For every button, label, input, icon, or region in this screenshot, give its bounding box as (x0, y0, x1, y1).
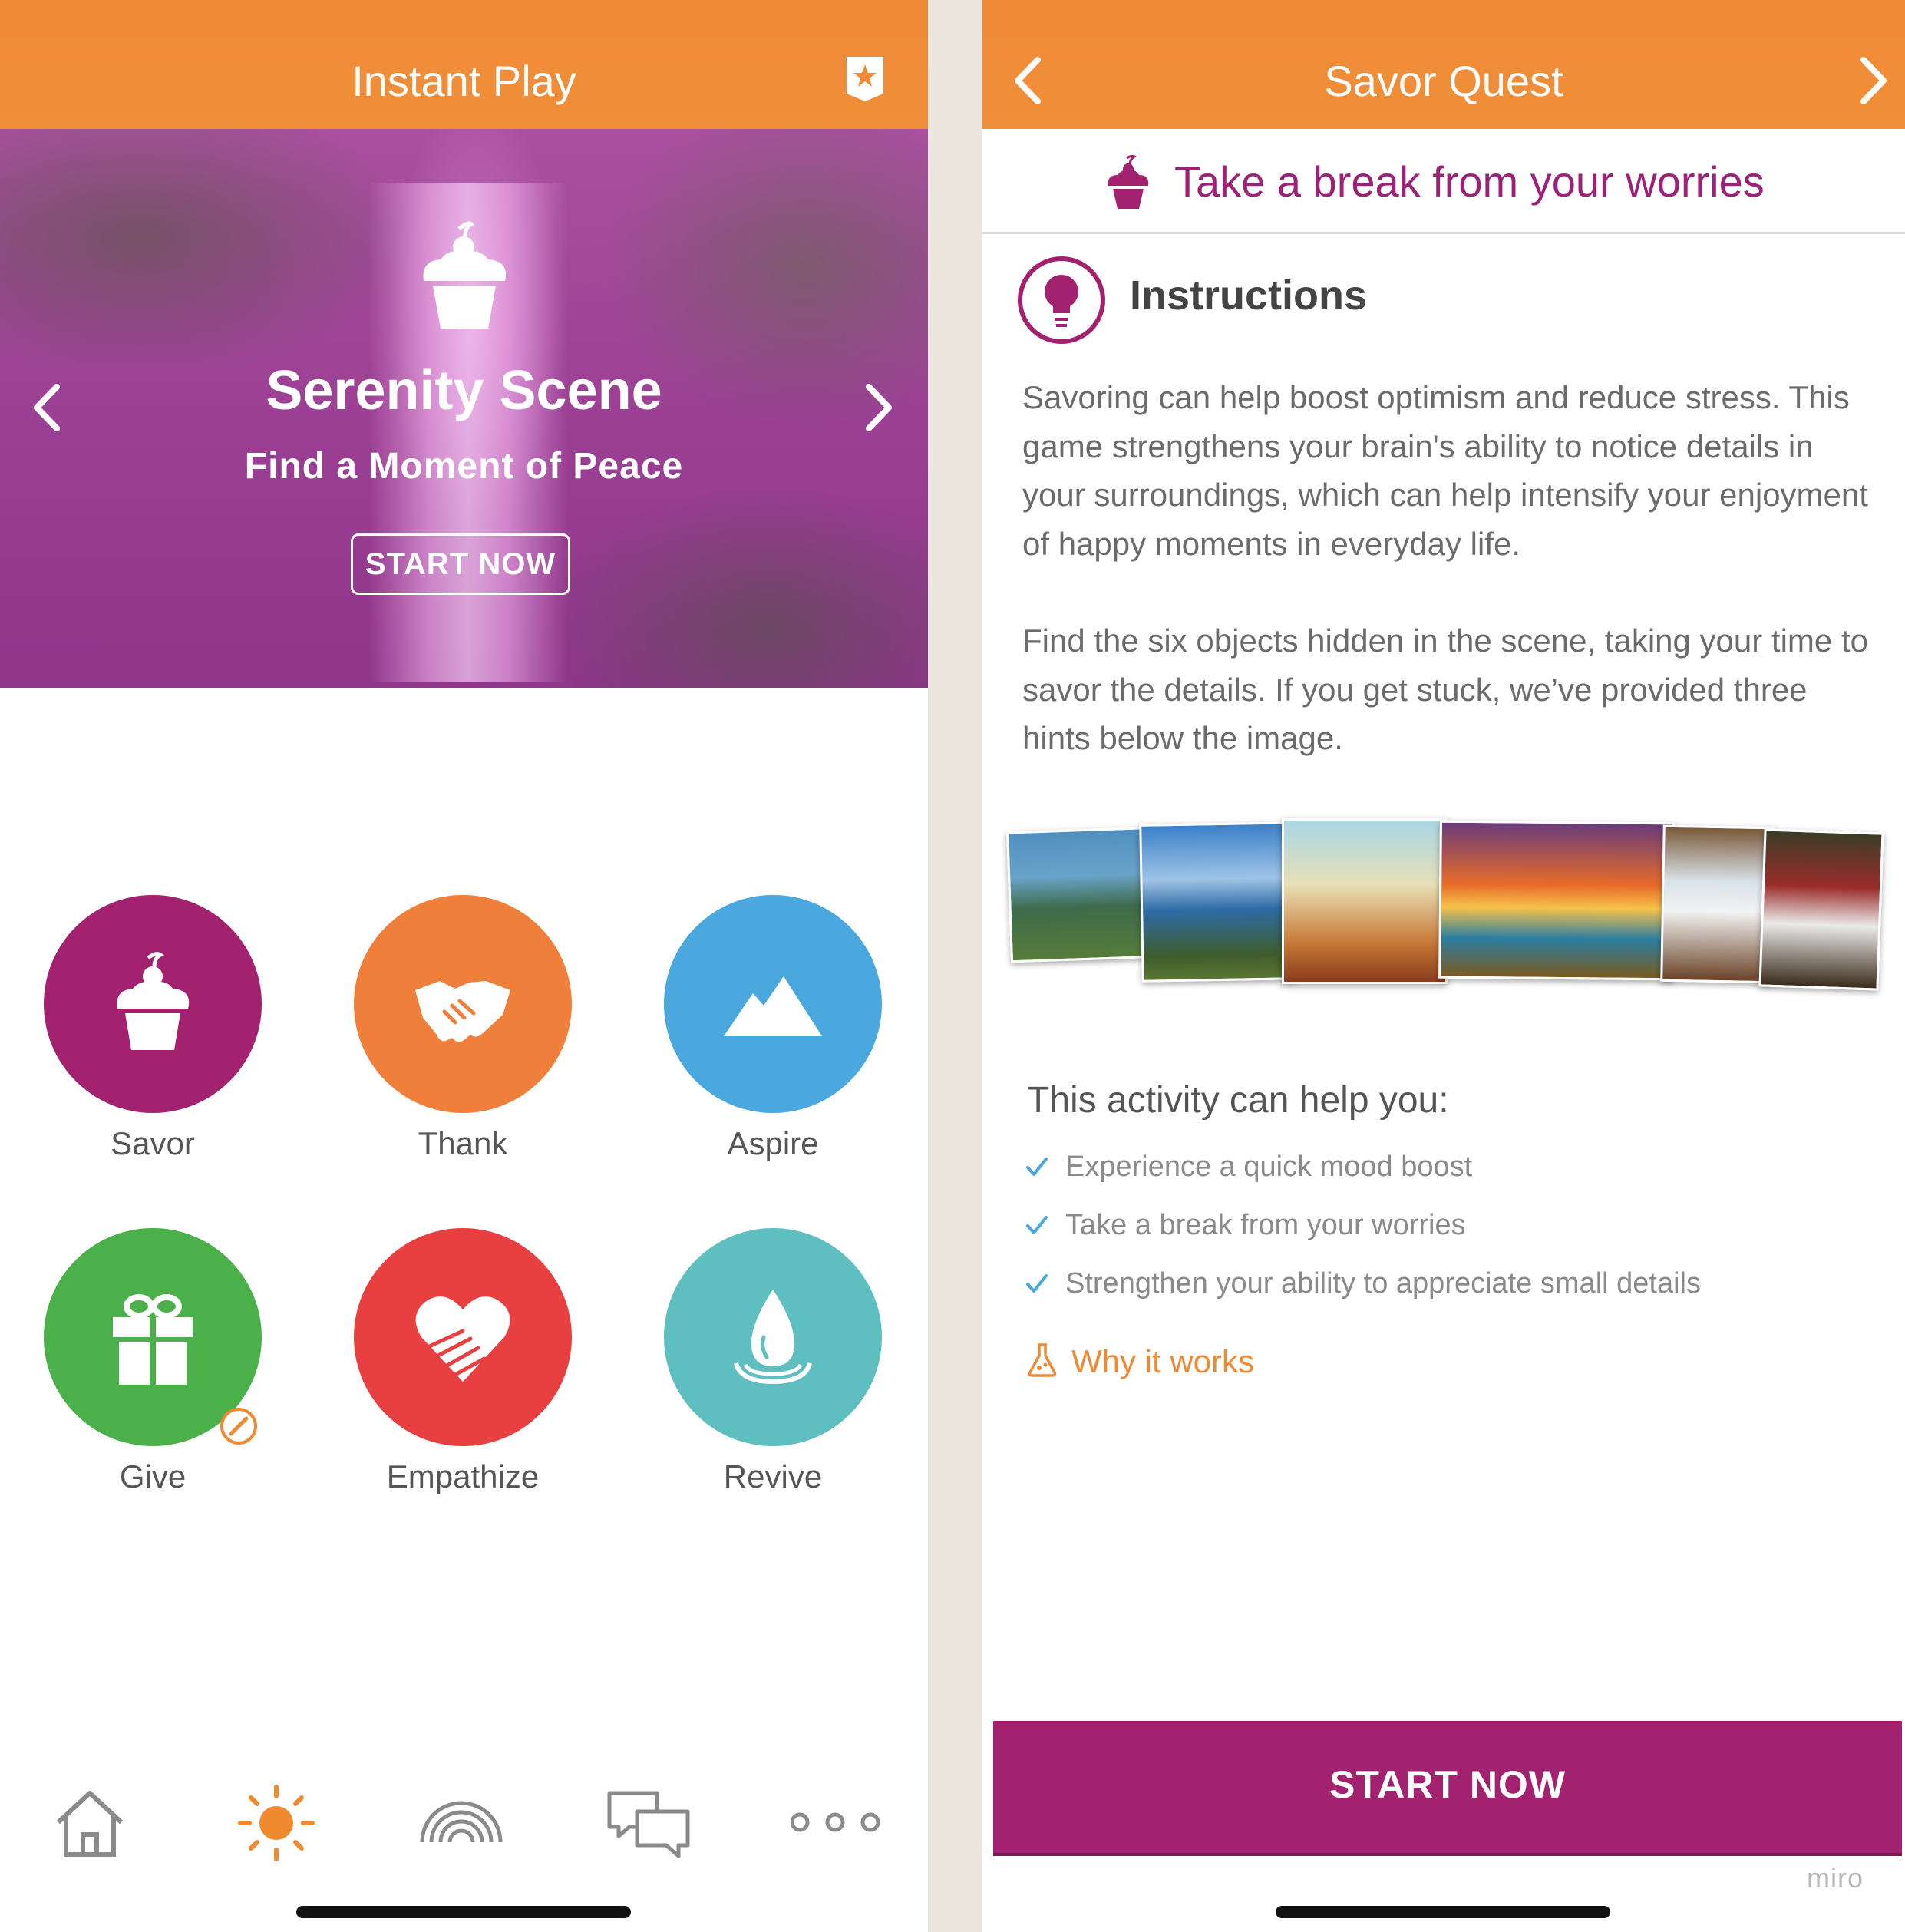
empathize-circle[interactable] (354, 1228, 572, 1446)
category-label: Give (119, 1458, 187, 1494)
savor-quest-screen: Savor Quest Take a break from your worri… (982, 0, 1905, 1932)
lightbulb-icon (1018, 256, 1105, 344)
category-label: Thank (418, 1125, 508, 1161)
benefit-text: Experience a quick mood boost (1065, 1151, 1473, 1183)
benefit-text: Take a break from your worries (1065, 1209, 1466, 1241)
category-revive[interactable]: Revive (662, 1228, 884, 1495)
start-now-button[interactable]: START NOW (993, 1721, 1902, 1853)
cupcake-icon (1108, 155, 1149, 209)
gift-icon (113, 1294, 193, 1385)
category-thank[interactable]: Thank (352, 895, 574, 1162)
heart-hand-icon (415, 1296, 510, 1382)
mountain-icon (724, 976, 822, 1036)
cupcake-icon (117, 952, 190, 1050)
savor-circle[interactable] (44, 895, 262, 1113)
category-label: Aspire (727, 1125, 819, 1161)
scene-collage-image (1005, 814, 1888, 1006)
benefits-list: Experience a quick mood boost Take a bre… (1025, 1144, 1701, 1319)
category-give[interactable]: Give (41, 1228, 264, 1495)
featured-carousel[interactable]: Serenity Scene Find a Moment of Peace ST… (0, 129, 928, 688)
benefit-item: Strengthen your ability to appreciate sm… (1025, 1260, 1701, 1319)
cupcake-icon (423, 221, 507, 329)
checkmark-icon (1026, 1216, 1048, 1234)
water-drop-icon (734, 1290, 812, 1385)
revive-circle[interactable] (664, 1228, 882, 1446)
benefits-heading: This activity can help you: (1027, 1080, 1449, 1121)
category-label: Revive (723, 1458, 823, 1494)
chevron-left-icon[interactable] (31, 382, 61, 433)
home-indicator (296, 1906, 631, 1918)
hero-start-button[interactable]: START NOW (351, 533, 570, 595)
chat-icon[interactable] (606, 1781, 691, 1865)
instructions-heading: Instructions (1130, 272, 1368, 319)
chevron-right-icon[interactable] (864, 382, 895, 433)
more-icon[interactable] (791, 1781, 890, 1865)
header-bar: Savor Quest (982, 0, 1905, 129)
checkmark-icon (1026, 1158, 1048, 1176)
category-label: Savor (111, 1125, 195, 1161)
handshake-icon (415, 981, 510, 1042)
category-empathize[interactable]: Empathize (352, 1228, 574, 1495)
home-indicator (1276, 1906, 1610, 1918)
watermark: miro (1807, 1862, 1864, 1894)
instructions-paragraph-2: Find the six objects hidden in the scene… (1022, 623, 1868, 756)
category-savor[interactable]: Savor (41, 895, 264, 1162)
thank-circle[interactable] (354, 895, 572, 1113)
subheading: Take a break from your worries (1174, 157, 1765, 206)
bottom-nav (0, 1781, 928, 1865)
rainbow-icon[interactable] (419, 1781, 503, 1865)
category-label: Empathize (386, 1458, 540, 1494)
instant-play-screen: Instant Play Serenity Scene Find a Momen… (0, 0, 928, 1932)
benefit-text: Strengthen your ability to appreciate sm… (1065, 1267, 1702, 1300)
flask-icon (1028, 1343, 1057, 1377)
why-it-works-text[interactable]: Why it works (1071, 1339, 1254, 1385)
hero-title: Serenity Scene (266, 360, 662, 421)
bookmark-star-icon[interactable] (845, 55, 885, 103)
edit-badge-icon (220, 1408, 257, 1445)
benefit-item: Experience a quick mood boost (1025, 1144, 1701, 1202)
category-aspire[interactable]: Aspire (662, 895, 884, 1162)
instructions-paragraph-1: Savoring can help boost optimism and red… (1022, 379, 1868, 562)
hero-subtitle: Find a Moment of Peace (244, 446, 684, 487)
subheading-bar: Take a break from your worries (982, 129, 1905, 234)
give-circle[interactable] (44, 1228, 262, 1446)
aspire-circle[interactable] (664, 895, 882, 1113)
header-bar: Instant Play (0, 0, 928, 129)
home-icon[interactable] (48, 1781, 132, 1865)
checkmark-icon (1026, 1274, 1048, 1293)
benefit-item: Take a break from your worries (1025, 1202, 1701, 1260)
forward-chevron-icon[interactable] (1857, 55, 1891, 106)
sun-icon[interactable] (234, 1781, 319, 1865)
